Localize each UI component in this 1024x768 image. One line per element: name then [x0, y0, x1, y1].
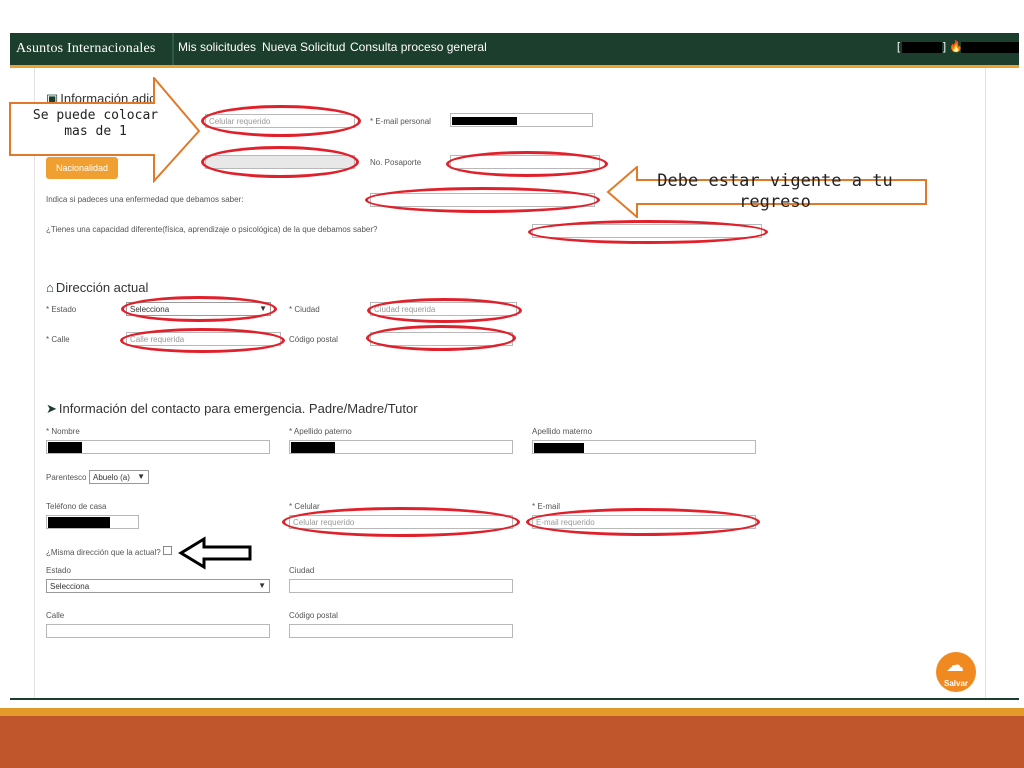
apellido-materno-label: Apellido materno — [532, 427, 593, 436]
slide-footer — [0, 708, 1024, 768]
email-contacto-label: * E-mail — [532, 502, 561, 511]
capacidad-label: ¿Tienes una capacidad diferente(física, … — [46, 225, 378, 234]
right-callout-text: Debe estar vigente a tu regreso — [657, 171, 893, 212]
redacted-apellido-paterno — [291, 442, 335, 453]
top-navbar: Asuntos Internacionales Mis solicitudes … — [10, 33, 1019, 68]
email-personal-label: * E-mail personal — [370, 117, 431, 126]
telefono-label: Teléfono de casa — [46, 502, 107, 511]
parentesco-label: Parentesco — [46, 473, 87, 482]
parentesco-select[interactable]: Abuelo (a) ▼ — [89, 470, 149, 484]
user-bracket-close: ] — [943, 41, 947, 53]
misma-direccion-label: ¿Misma dirección que la actual? — [46, 548, 161, 557]
apellido-paterno-input[interactable] — [289, 440, 513, 454]
email-personal-input[interactable] — [450, 113, 593, 127]
redacted-user-extra — [961, 42, 1019, 53]
highlight-ellipse-calle — [120, 328, 285, 353]
codigo-postal-contacto-input[interactable] — [289, 624, 513, 638]
user-bracket-open: [ — [897, 41, 901, 53]
chevron-down-icon: ▼ — [258, 581, 266, 590]
estado-contacto-label: Estado — [46, 566, 71, 575]
nav-nueva-solicitud[interactable]: Nueva Solicitud — [262, 40, 345, 54]
send-icon: ➤ — [46, 401, 57, 416]
nombre-input[interactable] — [46, 440, 270, 454]
highlight-ellipse-pasaporte — [446, 151, 608, 177]
ciudad-label: * Ciudad — [289, 305, 320, 314]
highlight-ellipse-codigo-postal — [366, 325, 516, 351]
redacted-telefono — [48, 517, 110, 528]
telefono-input[interactable] — [46, 515, 139, 529]
highlight-ellipse-celular-contacto — [282, 507, 520, 537]
calle-contacto-label: Calle — [46, 611, 65, 620]
codigo-postal-contacto-label: Código postal — [289, 611, 338, 620]
calle-label: * Calle — [46, 335, 70, 344]
bottom-divider — [10, 698, 1019, 700]
highlight-ellipse-nacionalidad — [201, 146, 359, 178]
apellido-paterno-label: * Apellido paterno — [289, 427, 352, 436]
redacted-email — [452, 117, 517, 125]
highlight-ellipse-enfermedad — [365, 187, 600, 213]
slide-footer-accent — [0, 708, 1024, 716]
codigo-postal-label: Código postal — [289, 335, 338, 344]
brand-title[interactable]: Asuntos Internacionales — [16, 41, 156, 57]
estado-contacto-select[interactable]: Selecciona ▼ — [46, 579, 270, 593]
highlight-ellipse-ciudad — [367, 298, 522, 323]
highlight-ellipse-email-contacto — [526, 508, 760, 536]
black-pointer-arrow — [178, 536, 252, 570]
chevron-down-icon: ▼ — [137, 472, 145, 481]
save-button[interactable]: ☁ Salvar — [936, 652, 976, 692]
user-menu[interactable]: [ ] 🔥 — [897, 41, 1019, 55]
nav-mis-solicitudes[interactable]: Mis solicitudes — [178, 40, 256, 54]
brand-separator — [172, 33, 174, 65]
upload-cloud-icon: ☁ — [946, 655, 964, 675]
nav-consulta-proceso[interactable]: Consulta proceso general — [350, 40, 487, 54]
ciudad-contacto-input[interactable] — [289, 579, 513, 593]
highlight-ellipse-estado — [121, 296, 277, 322]
calle-contacto-input[interactable] — [46, 624, 270, 638]
apellido-materno-input[interactable] — [532, 440, 756, 454]
home-icon: ⌂ — [46, 280, 54, 295]
redacted-nombre — [48, 442, 82, 453]
left-callout-text: Se puede colocar mas de 1 — [32, 108, 159, 139]
misma-direccion-checkbox[interactable] — [163, 546, 172, 555]
redacted-apellido-materno — [534, 443, 584, 453]
nombre-label: * Nombre — [46, 427, 80, 436]
highlight-ellipse-capacidad — [528, 220, 768, 244]
section-direccion-title: ⌂ Dirección actual — [46, 280, 149, 295]
highlight-ellipse-celular — [201, 105, 361, 137]
ciudad-contacto-label: Ciudad — [289, 566, 315, 575]
section-contacto-title: ➤ Información del contacto para emergenci… — [46, 401, 418, 416]
estado-label: * Estado — [46, 305, 77, 314]
pasaporte-label: No. Posaporte — [370, 158, 422, 167]
redacted-username — [902, 42, 942, 53]
enfermedad-label: Indica si padeces una enfermedad que deb… — [46, 195, 244, 204]
celular-contacto-label: * Celular — [289, 502, 320, 511]
